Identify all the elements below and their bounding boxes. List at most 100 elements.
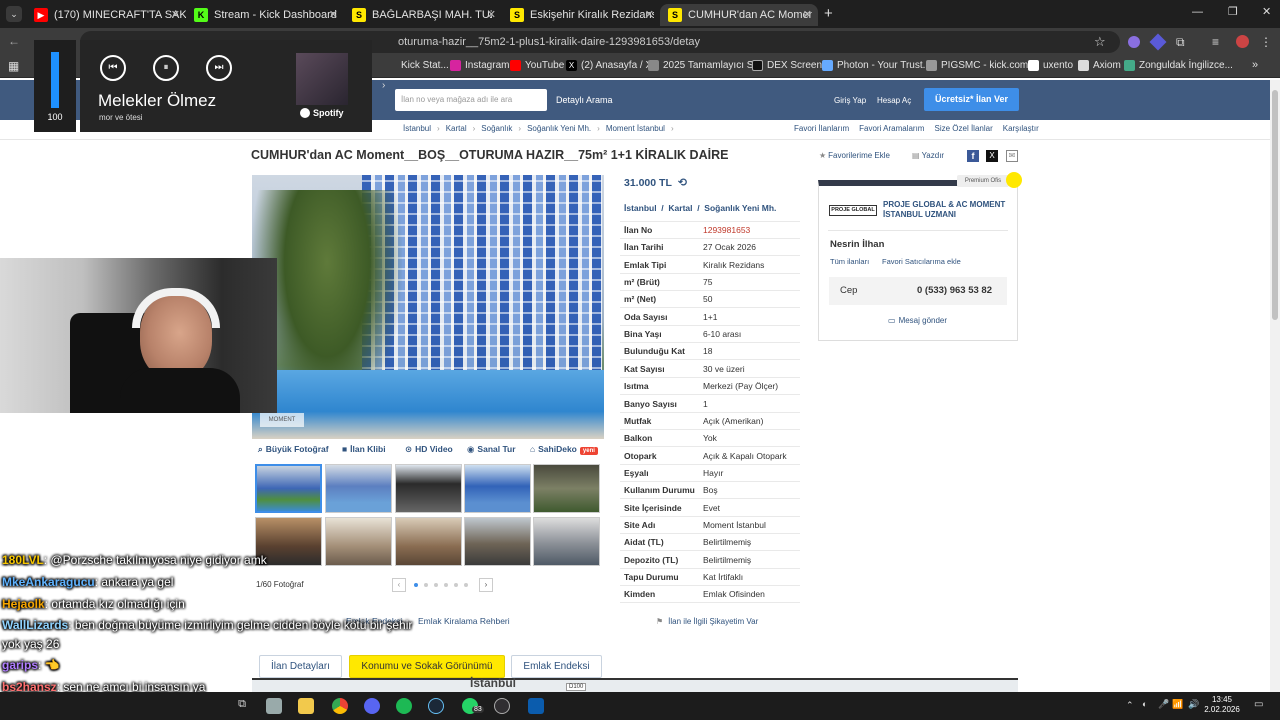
file-manager-icon[interactable] <box>266 698 282 714</box>
search-icon[interactable]: ⌕ <box>528 92 535 107</box>
tray-app-icon[interactable]: ◐ <box>1142 699 1147 709</box>
print-link[interactable]: ▤ Yazdır <box>912 151 944 160</box>
hd-video-button[interactable]: ⊙ HD Video <box>405 444 453 455</box>
avatar[interactable] <box>1236 35 1249 48</box>
task-view-icon[interactable]: ⧉ <box>234 698 250 714</box>
bookmark-star-icon[interactable]: ☆ <box>1094 34 1106 50</box>
compare-link[interactable]: Karşılaştır <box>1003 124 1039 133</box>
wifi-icon[interactable]: 📶 <box>1172 699 1183 710</box>
app-icon[interactable] <box>528 698 544 714</box>
bookmark-instagram[interactable]: Instagram <box>450 60 509 71</box>
facebook-share-icon[interactable]: f <box>967 150 979 162</box>
all-ads-link[interactable]: Tüm ilanları <box>830 257 869 266</box>
window-close-icon[interactable]: ✕ <box>1262 5 1271 18</box>
favorite-ads-link[interactable]: Favori İlanlarım <box>794 124 849 133</box>
chat-username[interactable]: Hejaolk <box>2 597 45 611</box>
x-share-icon[interactable]: X <box>986 150 998 162</box>
map-view[interactable] <box>252 678 1018 692</box>
pagination-dot[interactable] <box>464 583 468 587</box>
tab-location[interactable]: Konumu ve Sokak Görünümü <box>349 655 505 678</box>
close-icon[interactable]: ✕ <box>171 8 180 21</box>
bookmark-dex-screener[interactable]: DEX Screener <box>752 60 831 71</box>
bookmark-photon[interactable]: Photon - Your Trust... <box>822 60 931 71</box>
chrome-icon[interactable] <box>332 698 348 714</box>
pagination-dot[interactable] <box>414 583 418 587</box>
detailed-search-link[interactable]: Detaylı Arama <box>556 95 613 105</box>
notification-center-icon[interactable]: ▭ <box>1254 699 1263 710</box>
chat-username[interactable]: garips <box>2 658 38 672</box>
next-track-icon[interactable]: ⏭ <box>206 55 232 81</box>
rental-guide-link[interactable]: Emlak Kiralama Rehberi <box>418 616 510 626</box>
bookmark-kick-stat[interactable]: Kick Stat... <box>401 60 449 71</box>
photo-thumbnail[interactable] <box>395 464 462 513</box>
folder-icon[interactable] <box>298 698 314 714</box>
tab-real-estate-index[interactable]: Emlak Endeksi <box>511 655 602 678</box>
pagination-dot[interactable] <box>434 583 438 587</box>
bookmark-youtube[interactable]: YouTube <box>510 60 564 71</box>
photo-thumbnail[interactable] <box>533 517 600 566</box>
photo-thumbnail[interactable] <box>395 517 462 566</box>
reading-list-icon[interactable]: ≡ <box>1212 35 1219 49</box>
prev-photo-button[interactable]: ‹ <box>392 578 406 592</box>
bookmark-pigsmc[interactable]: PIGSMC - kick.com/... <box>926 60 1039 71</box>
breadcrumb-item[interactable]: Moment İstanbul <box>606 124 665 133</box>
ad-clip-button[interactable]: ■ İlan Klibi <box>342 444 386 454</box>
close-icon[interactable]: ✕ <box>487 8 496 21</box>
browser-tab-3[interactable]: S BAĞLARBAŞI MAH. TUZLA CAD ✕ <box>344 4 502 26</box>
login-link[interactable]: Giriş Yap <box>834 96 866 105</box>
discord-icon[interactable] <box>364 698 380 714</box>
photo-thumbnail[interactable] <box>325 464 392 513</box>
restore-icon[interactable]: ❐ <box>1228 5 1238 18</box>
bookmark-axiom[interactable]: Axiom <box>1078 60 1121 71</box>
scrollbar-thumb[interactable] <box>1272 90 1278 320</box>
browser-tab-1[interactable]: ▶ (170) MINECRAFT'TA SAKLAMB ✕ <box>26 4 186 26</box>
post-ad-button[interactable]: Ücretsiz* İlan Ver <box>924 88 1019 111</box>
photo-thumbnail[interactable] <box>464 517 531 566</box>
send-message-link[interactable]: ▭ Mesaj gönder <box>888 316 947 325</box>
chevron-right-icon[interactable]: › <box>382 80 385 91</box>
photo-thumbnail[interactable] <box>533 464 600 513</box>
close-icon[interactable]: ✕ <box>803 8 812 21</box>
apps-grid-icon[interactable]: ▦ <box>8 59 19 73</box>
bookmark-x[interactable]: X (2) Anasayfa / X <box>566 60 652 71</box>
steam-icon[interactable] <box>428 698 444 714</box>
office-logo[interactable]: PROJE GLOBAL <box>829 205 877 216</box>
chat-username[interactable]: WallLizards <box>2 618 68 632</box>
phone-number[interactable]: 0 (533) 963 53 82 <box>917 285 992 296</box>
photo-thumbnail[interactable] <box>255 464 322 513</box>
browser-tab-5-active[interactable]: S CUMHUR'dan AC Moment__BO ✕ <box>660 4 818 26</box>
pause-icon[interactable]: ⏸ <box>153 55 179 81</box>
large-photo-button[interactable]: ⌕ Büyük Fotoğraf <box>258 444 329 455</box>
minimize-icon[interactable]: — <box>1192 6 1203 18</box>
browser-tab-2[interactable]: K Stream - Kick Dashboard ✕ <box>186 4 344 26</box>
report-link[interactable]: ⚑ İlan ile İlgili Şikayetim Var <box>656 617 758 626</box>
previous-track-icon[interactable]: ⏮ <box>100 55 126 81</box>
search-input[interactable]: İlan no veya mağaza adı ile ara <box>395 89 547 111</box>
main-photo[interactable]: MOMENT <box>252 175 604 439</box>
extension-icon[interactable] <box>1128 36 1140 48</box>
photo-thumbnail[interactable] <box>464 464 531 513</box>
breadcrumb-item[interactable]: İstanbul <box>403 124 431 133</box>
virtual-tour-button[interactable]: ◉ Sanal Tur <box>467 444 516 455</box>
pagination-dot[interactable] <box>454 583 458 587</box>
sahideko-button[interactable]: ⌂ SahiDeko yeni <box>530 444 598 455</box>
menu-dots-icon[interactable]: ⋮ <box>1260 35 1272 49</box>
tray-chevron-icon[interactable]: ⌃ <box>1126 700 1134 711</box>
more-bookmarks-icon[interactable]: » <box>1252 59 1258 71</box>
price-history-icon[interactable]: ⟲ <box>678 176 687 189</box>
back-arrow-icon[interactable]: ← <box>8 34 20 48</box>
tab-listing-details[interactable]: İlan Detayları <box>259 655 342 678</box>
pagination-dot[interactable] <box>424 583 428 587</box>
add-favorite-link[interactable]: ★ Favorilerime Ekle <box>819 151 890 160</box>
mail-share-icon[interactable]: ✉ <box>1006 150 1018 162</box>
breadcrumb-item[interactable]: Soğanlık Yeni Mh. <box>527 124 591 133</box>
listing-location[interactable]: İstanbul / Kartal / Soğanlık Yeni Mh. <box>624 203 776 213</box>
bookmark-tamamlayici[interactable]: 2025 Tamamlayıcı S... <box>648 60 762 71</box>
bookmark-zonguldak[interactable]: Zonguldak İngilizce... <box>1124 60 1233 71</box>
spotify-icon[interactable] <box>396 698 412 714</box>
breadcrumb-item[interactable]: Kartal <box>446 124 467 133</box>
favorite-searches-link[interactable]: Favori Aramalarım <box>859 124 924 133</box>
register-link[interactable]: Hesap Aç <box>877 96 911 105</box>
special-ads-link[interactable]: Size Özel İlanlar <box>934 124 992 133</box>
bookmark-uxento[interactable]: uxento <box>1028 60 1073 71</box>
